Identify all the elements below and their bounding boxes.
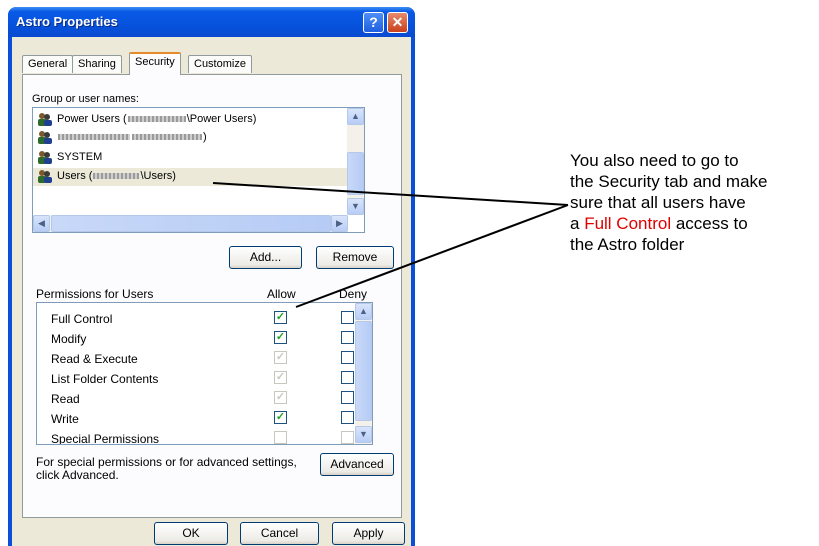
annotation-callout: You also need to go to the Security tab … [570, 150, 819, 255]
annotation-line: You also need to go to [570, 151, 739, 170]
annotation-line: sure that all users have [570, 193, 746, 212]
annotation-text: a [570, 214, 585, 233]
pointer-line-users [212, 182, 569, 206]
annotation-line: a Full Control access to [570, 213, 819, 234]
tab-security[interactable]: Security [129, 52, 181, 75]
annotation-line: the Astro folder [570, 235, 685, 254]
pointer-line-full-control [295, 204, 569, 308]
annotation-highlight: Full Control [584, 214, 672, 233]
annotation-line: the Security tab and make [570, 172, 768, 191]
annotation-text: access to [671, 214, 748, 233]
annotation-pointer-lines [212, 182, 569, 308]
